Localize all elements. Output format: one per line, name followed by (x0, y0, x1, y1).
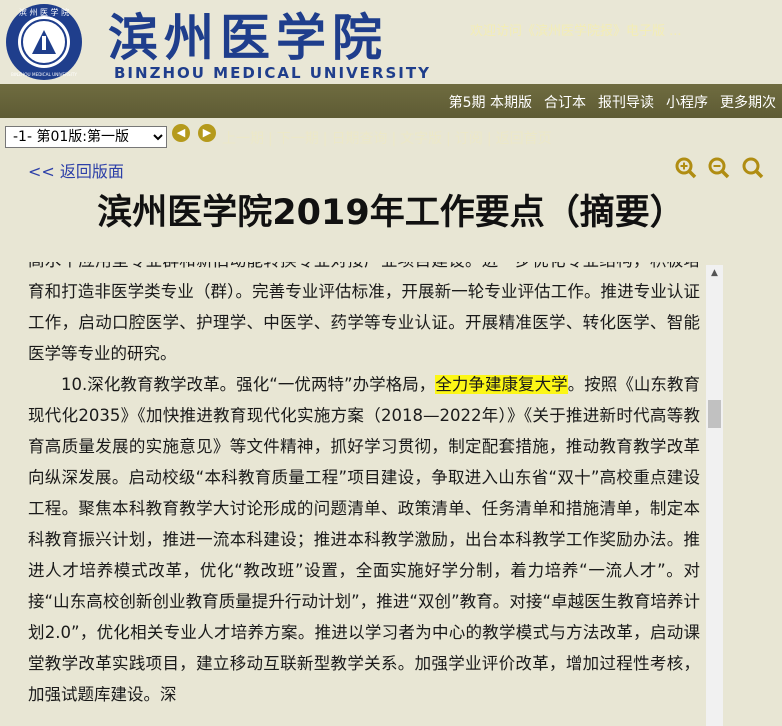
arrow-right-icon[interactable]: ▶ (198, 124, 216, 142)
back-to-page-link[interactable]: << 返回版面 (28, 158, 124, 182)
paragraph-text: 10.深化教育教学改革。强化“一优两特”办学格局， (61, 375, 436, 394)
seal-text: 滨 州 医 学 院 (19, 7, 69, 17)
link-date-search[interactable]: 日期查询 (331, 131, 387, 147)
zoom-reset-icon[interactable] (742, 157, 764, 179)
zoom-out-icon[interactable] (708, 157, 730, 179)
paragraph-text: 。按照《山东教育现代化2035》《加快推进教育现代化实施方案（2018—2022… (28, 375, 700, 704)
masthead-title-en: BINZHOU MEDICAL UNIVERSITY (114, 64, 431, 82)
zoom-in-icon[interactable] (675, 157, 697, 179)
article-paragraph: 高水平应用型专业群和新旧动能转换专业对接产业项目建设。进一步优化专业结构，积极培… (28, 262, 700, 363)
masthead-title-cn: 滨州医学院 (108, 8, 388, 67)
nav-item-more-issues[interactable]: 更多期次 (720, 92, 776, 112)
nav-item-current-issue[interactable]: 第5期 本期版 (449, 92, 532, 112)
issue-toolbar: -1- 第01版:第一版 ◀ ▶ 上一期 | 下一期 | 日期查询 | 文字版 | 订阅 | 返回首… (0, 118, 782, 154)
article-body: 高水平应用型专业群和新旧动能转换专业对接产业项目建设。进一步优化专业结构，积极培… (28, 262, 700, 726)
arrow-left-icon[interactable]: ◀ (172, 124, 190, 142)
toolbar-links: 上一期 | 下一期 | 日期查询 | 文字版 | 订阅 | 返回首页 (222, 131, 552, 147)
link-home[interactable]: 返回首页 (496, 131, 552, 147)
top-nav-bar: 第5期 本期版 合订本 报刊导读 小程序 更多期次 (0, 84, 782, 118)
article-title: 滨州医学院2019年工作要点（摘要） (97, 193, 685, 233)
link-subscribe[interactable]: 订阅 (455, 131, 483, 147)
nav-item-bound-volume[interactable]: 合订本 (544, 92, 586, 112)
link-next-issue[interactable]: 下一期 (277, 131, 319, 147)
highlighted-text: 全力争建康复大学 (435, 375, 568, 394)
masthead-faint-text: 欢迎访问《滨州医学院报》电子版 ... (470, 24, 682, 39)
top-nav-items: 第5期 本期版 合订本 报刊导读 小程序 更多期次 (449, 92, 776, 112)
page-select[interactable]: -1- 第01版:第一版 (5, 126, 167, 148)
link-prev-issue[interactable]: 上一期 (222, 131, 264, 147)
article-paragraph: 10.深化教育教学改革。强化“一优两特”办学格局，全力争建康复大学。按照《山东教… (28, 369, 700, 710)
scroll-up-arrow-icon[interactable]: ▲ (706, 265, 723, 282)
masthead: 滨 州 医 学 院 BINZHOU MEDICAL UNIVERSITY 滨州医… (0, 0, 782, 84)
scroll-thumb[interactable] (708, 400, 721, 428)
nav-item-guide[interactable]: 报刊导读 (598, 92, 654, 112)
nav-item-mini-program[interactable]: 小程序 (666, 92, 708, 112)
link-text-version[interactable]: 文字版 (400, 131, 442, 147)
university-seal-icon[interactable]: 滨 州 医 学 院 BINZHOU MEDICAL UNIVERSITY (2, 2, 86, 82)
content-scrollbar[interactable]: ▲ (706, 265, 723, 726)
seal-subtext: BINZHOU MEDICAL UNIVERSITY (11, 72, 77, 77)
